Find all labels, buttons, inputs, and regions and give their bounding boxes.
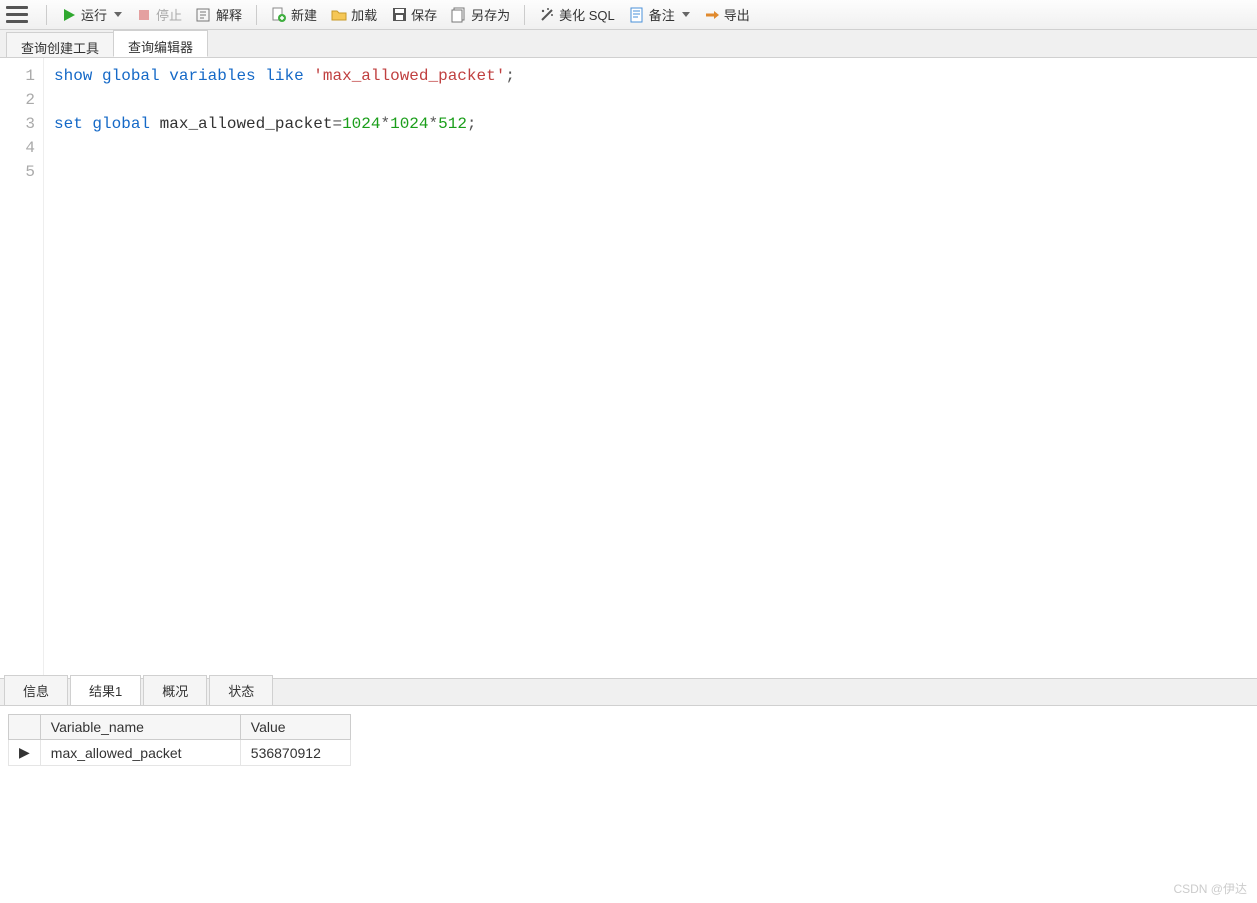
save-label: 保存 <box>411 5 437 24</box>
line-number: 2 <box>0 88 35 112</box>
load-button[interactable]: 加载 <box>325 3 383 26</box>
row-pointer-icon: ▶ <box>9 740 41 766</box>
stop-icon <box>136 7 152 23</box>
line-number: 4 <box>0 136 35 160</box>
line-number: 5 <box>0 160 35 184</box>
chevron-down-icon <box>114 12 122 17</box>
code-area[interactable]: show global variables like 'max_allowed_… <box>44 58 1257 678</box>
tab-info[interactable]: 信息 <box>4 675 68 705</box>
export-button[interactable]: 导出 <box>698 3 756 26</box>
stop-button[interactable]: 停止 <box>130 3 188 26</box>
table-row[interactable]: ▶max_allowed_packet536870912 <box>9 740 351 766</box>
menu-icon[interactable] <box>6 4 28 26</box>
code-line[interactable] <box>54 136 1247 160</box>
notes-label: 备注 <box>649 5 675 24</box>
main-toolbar: 运行 停止 解释 新建 加载 保存 另存为 <box>0 0 1257 30</box>
col-value[interactable]: Value <box>240 715 350 740</box>
cell-variable-name[interactable]: max_allowed_packet <box>40 740 240 766</box>
play-icon <box>61 7 77 23</box>
wand-icon <box>539 7 555 23</box>
saveas-label: 另存为 <box>471 5 510 24</box>
separator <box>524 5 525 25</box>
new-file-icon <box>271 7 287 23</box>
explain-label: 解释 <box>216 5 242 24</box>
explain-button[interactable]: 解释 <box>190 3 248 26</box>
folder-open-icon <box>331 7 347 23</box>
stop-label: 停止 <box>156 5 182 24</box>
new-label: 新建 <box>291 5 317 24</box>
save-icon <box>391 7 407 23</box>
line-gutter: 12345 <box>0 58 44 678</box>
separator <box>46 5 47 25</box>
col-variable-name[interactable]: Variable_name <box>40 715 240 740</box>
notes-button[interactable]: 备注 <box>623 3 696 26</box>
table-header-row: Variable_name Value <box>9 715 351 740</box>
saveas-icon <box>451 7 467 23</box>
load-label: 加载 <box>351 5 377 24</box>
editor-tab-strip: 查询创建工具 查询编辑器 <box>0 30 1257 58</box>
code-line[interactable]: set global max_allowed_packet=1024*1024*… <box>54 112 1247 136</box>
chevron-down-icon <box>682 12 690 17</box>
beautify-button[interactable]: 美化 SQL <box>533 3 621 26</box>
line-number: 1 <box>0 64 35 88</box>
beautify-label: 美化 SQL <box>559 5 615 24</box>
code-line[interactable] <box>54 88 1247 112</box>
saveas-button[interactable]: 另存为 <box>445 3 516 26</box>
code-line[interactable] <box>54 160 1247 184</box>
new-button[interactable]: 新建 <box>265 3 323 26</box>
result-tab-strip: 信息 结果1 概况 状态 <box>0 678 1257 706</box>
code-line[interactable]: show global variables like 'max_allowed_… <box>54 64 1247 88</box>
export-label: 导出 <box>724 5 750 24</box>
export-icon <box>704 7 720 23</box>
tab-result1[interactable]: 结果1 <box>70 675 141 705</box>
run-button[interactable]: 运行 <box>55 3 128 26</box>
notes-icon <box>629 7 645 23</box>
explain-icon <box>196 7 212 23</box>
line-number: 3 <box>0 112 35 136</box>
tab-status[interactable]: 状态 <box>209 675 273 705</box>
tab-query-editor[interactable]: 查询编辑器 <box>113 30 208 57</box>
cell-value[interactable]: 536870912 <box>240 740 350 766</box>
tab-query-builder[interactable]: 查询创建工具 <box>6 32 114 57</box>
sql-editor[interactable]: 12345 show global variables like 'max_al… <box>0 58 1257 678</box>
tab-profile[interactable]: 概况 <box>143 675 207 705</box>
result-grid[interactable]: Variable_name Value ▶max_allowed_packet5… <box>8 714 351 766</box>
run-label: 运行 <box>81 5 107 24</box>
watermark: CSDN @伊达 <box>1173 880 1247 897</box>
separator <box>256 5 257 25</box>
save-button[interactable]: 保存 <box>385 3 443 26</box>
row-indicator-header <box>9 715 41 740</box>
